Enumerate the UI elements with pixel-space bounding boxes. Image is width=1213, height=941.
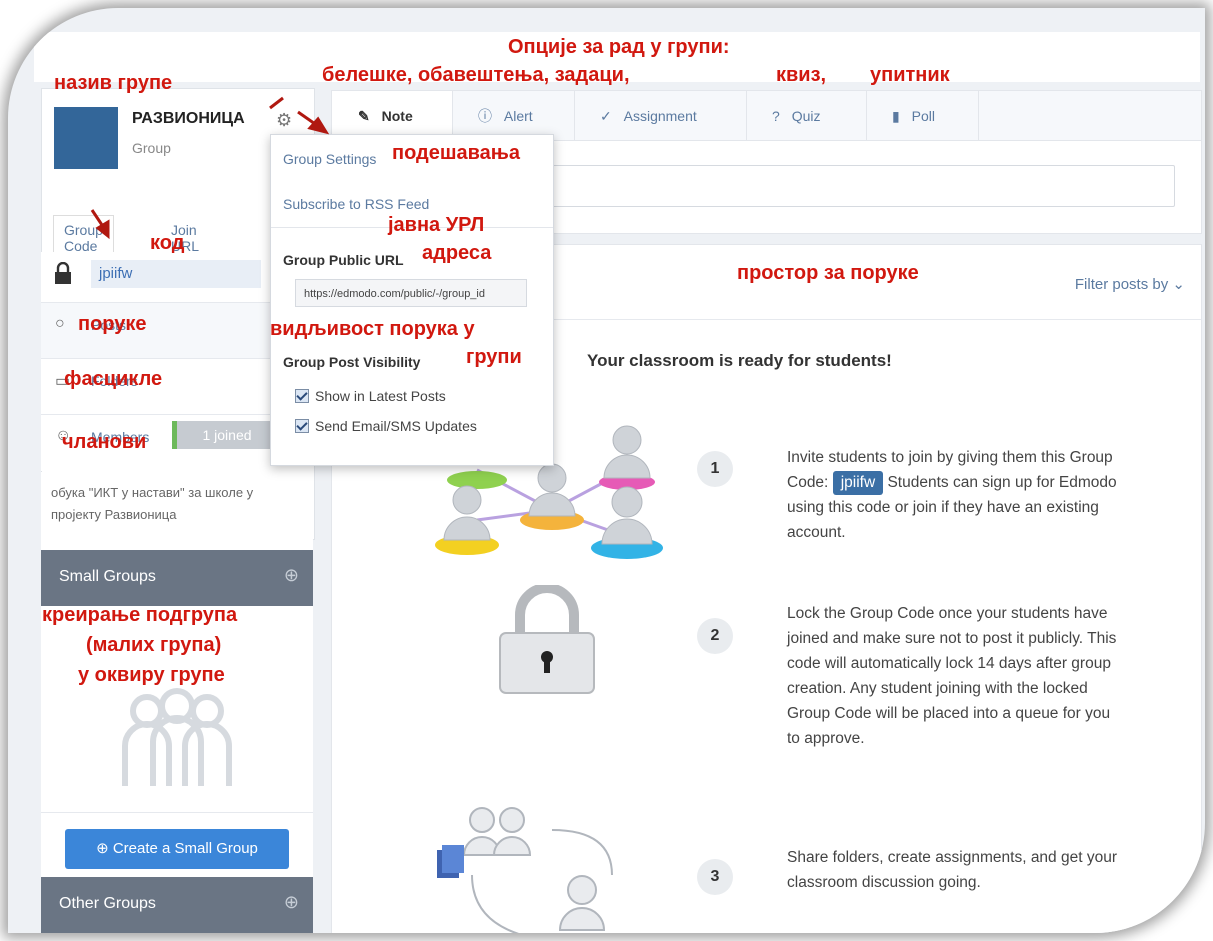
- edmodo-app: РАЗВИОНИЦА Group ⚙ Group Code Join URL j…: [34, 32, 1202, 933]
- tab-poll-label: Poll: [911, 108, 935, 124]
- annotation-group-name: назив групе: [54, 72, 173, 94]
- poll-icon: ▮: [892, 108, 900, 124]
- annotation-quiz: квиз,: [776, 64, 827, 86]
- chevron-down-icon: ⌄: [1172, 276, 1185, 293]
- send-updates-checkbox[interactable]: Send Email/SMS Updates: [295, 418, 477, 434]
- step-2-text: Lock the Group Code once your students h…: [787, 605, 1117, 747]
- group-code-chip: jpiifw: [832, 471, 884, 495]
- group-avatar: [54, 107, 118, 169]
- joined-count-badge: 1 joined: [172, 421, 277, 449]
- quiz-icon: ?: [772, 108, 780, 124]
- tab-quiz-label: Quiz: [791, 108, 821, 124]
- gear-icon[interactable]: ⚙: [276, 110, 292, 131]
- small-groups-title: Small Groups: [59, 568, 156, 585]
- public-url-field[interactable]: https://edmodo.com/public/-/group_id: [295, 279, 527, 307]
- annotation-public-url-1: јавна УРЛ: [388, 214, 485, 236]
- people-placeholder-icon: [122, 688, 232, 786]
- checkbox-checked-icon: [295, 419, 309, 433]
- filter-label: Filter posts by: [1074, 276, 1169, 293]
- group-settings-dropdown: Group Settings Subscribe to RSS Feed Gro…: [270, 134, 554, 466]
- annotation-subgroups-3: у оквиру групе: [78, 664, 225, 686]
- public-url-label: Group Public URL: [283, 252, 404, 268]
- checkbox-label: Send Email/SMS Updates: [315, 418, 477, 434]
- annotation-code: код: [150, 232, 185, 254]
- post-input[interactable]: [547, 165, 1175, 207]
- annotation-members: чланови: [62, 431, 147, 453]
- annotation-subgroups-2: (малих група): [86, 634, 222, 656]
- annotation-folders: фасцикле: [64, 368, 163, 390]
- tab-quiz[interactable]: ? Quiz: [746, 91, 867, 141]
- tab-alert-label: Alert: [503, 108, 533, 124]
- step-1-text: Invite students to join by giving them t…: [787, 445, 1117, 545]
- speech-bubble-icon: ○: [55, 315, 65, 332]
- annotation-poll: упитник: [870, 64, 950, 86]
- padlock-illustration: [499, 585, 595, 694]
- step-3-text: Share folders, create assignments, and g…: [787, 849, 1117, 891]
- annotation-posts: поруке: [78, 313, 147, 335]
- tab-note-label: Note: [381, 108, 413, 124]
- small-groups-header: Small Groups ⊕: [41, 550, 313, 606]
- alert-icon: ⓘ: [478, 108, 492, 124]
- group-name: РАЗВИОНИЦА: [132, 110, 245, 127]
- post-visibility-label: Group Post Visibility: [283, 354, 421, 370]
- annotation-public-url-2: адреса: [422, 242, 492, 264]
- filter-posts-dropdown[interactable]: Filter posts by ⌄: [1075, 275, 1185, 293]
- add-other-group-icon[interactable]: ⊕: [284, 892, 299, 913]
- annotation-visibility-2: групи: [466, 346, 522, 368]
- tab-assignment-label: Assignment: [623, 108, 697, 124]
- checkbox-label: Show in Latest Posts: [315, 388, 446, 404]
- step-number: 1: [697, 451, 733, 487]
- annotation-settings: подешавања: [392, 142, 521, 164]
- show-latest-posts-checkbox[interactable]: Show in Latest Posts: [295, 388, 446, 404]
- group-type: Group: [132, 140, 171, 156]
- plus-circle-icon: ⊕: [96, 840, 109, 857]
- rss-feed-link[interactable]: Subscribe to RSS Feed: [283, 196, 429, 212]
- group-code-value[interactable]: jpiifw: [91, 260, 261, 288]
- annotation-messages-space: простор за поруке: [737, 262, 919, 284]
- note-icon: ✎: [358, 108, 370, 124]
- sharing-illustration: [437, 807, 613, 933]
- annotation-visibility-1: видљивост порука у: [270, 318, 475, 340]
- ready-title: Your classroom is ready for students!: [587, 351, 892, 370]
- assignment-icon: ✓: [600, 108, 612, 124]
- tab-poll[interactable]: ▮ Poll: [866, 91, 979, 141]
- step-number: 3: [697, 859, 733, 895]
- annotation-options-title: Опције за рад у групи:: [508, 36, 730, 58]
- screenshot-frame: РАЗВИОНИЦА Group ⚙ Group Code Join URL j…: [8, 8, 1205, 933]
- step-number: 2: [697, 618, 733, 654]
- create-small-group-label: Create a Small Group: [112, 840, 258, 857]
- tab-assignment[interactable]: ✓ Assignment: [574, 91, 747, 141]
- small-groups-footer: ⊕ Create a Small Group: [41, 812, 313, 883]
- group-description: обука "ИКТ у настави" за школе у пројект…: [41, 472, 313, 560]
- add-small-group-icon[interactable]: ⊕: [284, 565, 299, 586]
- group-settings-link[interactable]: Group Settings: [283, 151, 376, 167]
- checkbox-checked-icon: [295, 389, 309, 403]
- annotation-options-list: белешке, обавештења, задаци,: [322, 64, 630, 86]
- other-groups-header: Other Groups ⊕: [41, 877, 313, 933]
- create-small-group-button[interactable]: ⊕ Create a Small Group: [65, 829, 289, 869]
- lock-icon[interactable]: [55, 262, 71, 284]
- other-groups-title: Other Groups: [59, 895, 156, 912]
- annotation-subgroups-1: креирање подгрупа: [42, 604, 238, 626]
